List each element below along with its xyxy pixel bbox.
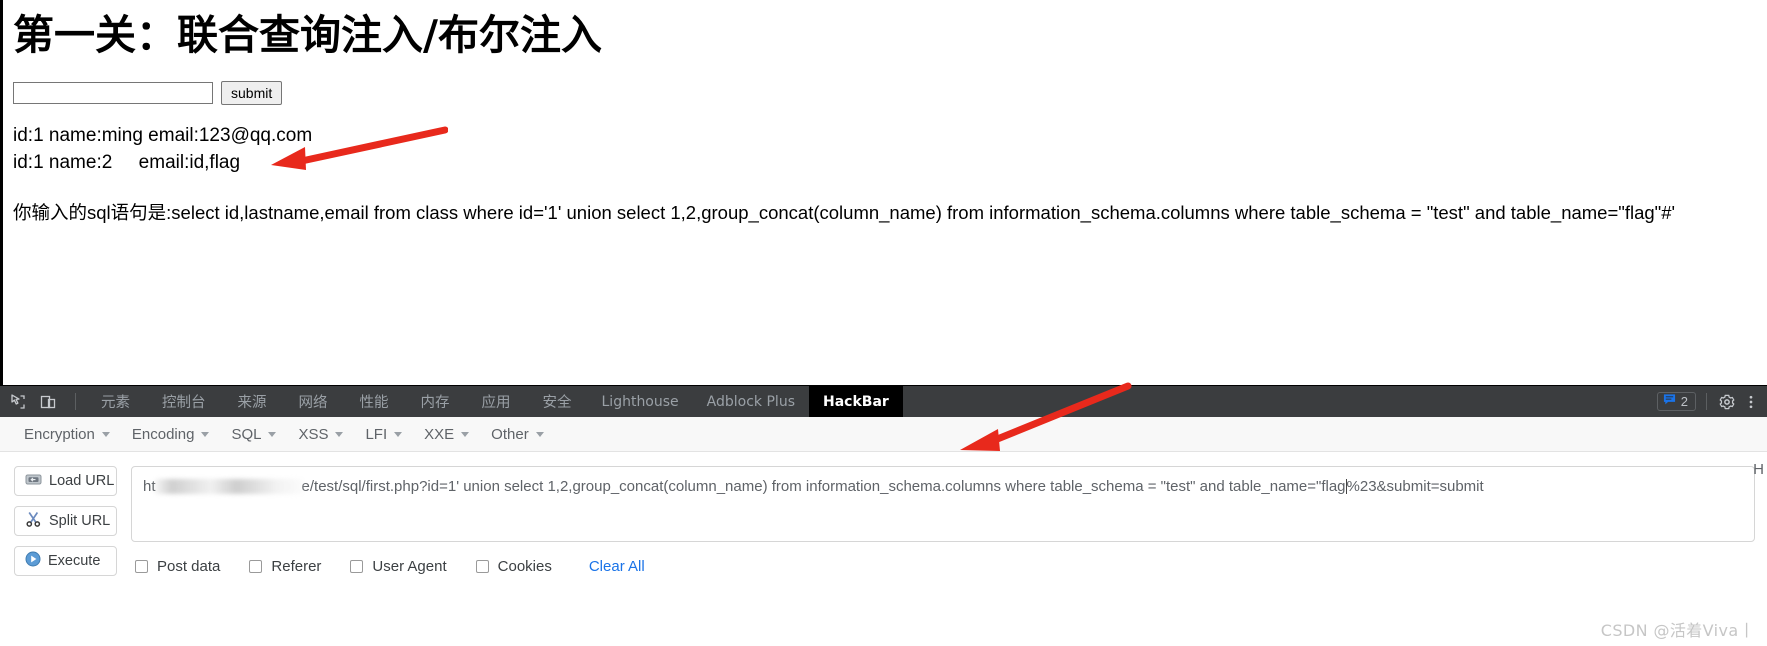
menu-label: Encryption (24, 425, 95, 443)
split-url-icon (25, 511, 42, 531)
menu-lfi[interactable]: LFI (355, 422, 412, 447)
menu-xxe[interactable]: XXE (414, 422, 479, 447)
load-url-label: Load URL (49, 473, 115, 489)
checkbox-box[interactable] (249, 560, 263, 573)
menu-label: Encoding (131, 425, 195, 443)
tab-network[interactable]: 网络 (283, 386, 344, 417)
device-toolbar-icon[interactable] (38, 392, 58, 412)
split-url-button[interactable]: Split URL (14, 506, 117, 536)
menu-encoding[interactable]: Encoding (122, 422, 220, 447)
result-row: id:1 name:2 email:id,flag (13, 152, 241, 174)
injection-form: submit (13, 81, 1767, 106)
execute-button[interactable]: Execute (14, 546, 117, 576)
menu-sql[interactable]: SQL (221, 422, 286, 447)
checkbox-label: Referer (271, 558, 322, 575)
clear-all-link[interactable]: Clear All (589, 558, 645, 575)
toolbar-divider (75, 393, 76, 410)
execute-label: Execute (48, 553, 101, 569)
more-vertical-icon[interactable] (1741, 392, 1761, 412)
result-row: id:1 name:ming email:123@qq.com (13, 125, 313, 147)
message-count: 2 (1680, 394, 1688, 409)
devtools-toolbar: 元素 控制台 来源 网络 性能 内存 应用 安全 Lighthouse Adbl… (0, 385, 1767, 417)
injection-input[interactable] (13, 82, 213, 105)
message-icon (1663, 393, 1676, 411)
tab-elements[interactable]: 元素 (85, 386, 146, 417)
message-count-button[interactable]: 2 (1656, 392, 1696, 411)
menu-label: XXE (424, 425, 455, 443)
browser-page-content: 第一关：联合查询注入/布尔注入 submit id:1 name:ming em… (0, 0, 1767, 385)
chevron-down-icon (101, 431, 110, 437)
csdn-watermark: CSDN @活着Viva⼁ (1600, 621, 1755, 640)
devtools-right-icons: 2 (1656, 386, 1761, 417)
menu-label: XSS (298, 425, 329, 443)
tab-security[interactable]: 安全 (527, 386, 588, 417)
checkbox-label: User Agent (372, 558, 447, 575)
page-title: 第一关：联合查询注入/布尔注入 (13, 11, 602, 59)
redacted-host (153, 479, 304, 494)
devtools-left-icons (0, 392, 85, 412)
tab-performance[interactable]: 性能 (344, 386, 405, 417)
menu-xss[interactable]: XSS (288, 422, 353, 447)
chevron-down-icon (201, 431, 210, 437)
menu-label: SQL (231, 425, 262, 443)
sql-statement-echo: 你输入的sql语句是:select id,lastname,email from… (13, 202, 1676, 224)
hackbar-url-area: ht e/test/sql/first.php?id=1' union selec… (117, 466, 1755, 576)
execute-icon (25, 551, 41, 571)
hackbar-body: Load URL Split URL Execute ht e/test/sql… (0, 452, 1767, 576)
checkbox-box[interactable] (350, 560, 364, 573)
tab-sources[interactable]: 来源 (222, 386, 283, 417)
tab-adblock-plus[interactable]: Adblock Plus (693, 386, 809, 417)
url-tail: %23&submit=submit (1346, 478, 1484, 495)
checkbox-box[interactable] (135, 560, 148, 573)
menu-encryption[interactable]: Encryption (14, 422, 120, 447)
devtools-tab-list: 元素 控制台 来源 网络 性能 内存 应用 安全 Lighthouse Adbl… (85, 386, 903, 417)
hackbar-action-buttons: Load URL Split URL Execute (14, 466, 117, 576)
tab-hackbar[interactable]: HackBar (809, 386, 903, 417)
menu-label: LFI (365, 425, 388, 443)
submit-button[interactable]: submit (221, 81, 283, 106)
hackbar-panel: Encryption Encoding SQL XSS LFI XXE Othe… (0, 417, 1767, 646)
checkbox-box[interactable] (475, 560, 489, 573)
checkbox-label: Cookies (497, 558, 552, 575)
url-suffix: e/test/sql/first.php?id=1' union select … (301, 478, 1346, 495)
tab-memory[interactable]: 内存 (405, 386, 466, 417)
split-url-label: Split URL (49, 513, 111, 529)
devtools-panel: 元素 控制台 来源 网络 性能 内存 应用 安全 Lighthouse Adbl… (0, 382, 1767, 646)
tab-console[interactable]: 控制台 (146, 386, 222, 417)
inspect-element-icon[interactable] (8, 392, 28, 412)
chevron-down-icon (335, 431, 344, 437)
checkbox-post-data[interactable]: Post data (135, 558, 220, 575)
hackbar-menu-bar: Encryption Encoding SQL XSS LFI XXE Othe… (0, 417, 1767, 452)
query-result-block: id:1 name:ming email:123@qq.com id:1 nam… (3, 123, 1767, 177)
toolbar-divider (1706, 393, 1707, 410)
chevron-down-icon (268, 431, 277, 437)
load-url-icon (25, 472, 42, 491)
chevron-down-icon (394, 431, 403, 437)
checkbox-label: Post data (157, 558, 221, 575)
tab-application[interactable]: 应用 (466, 386, 527, 417)
menu-other[interactable]: Other (481, 422, 554, 447)
hackbar-option-row: Post data Referer User Agent Cookies Cle… (131, 558, 1755, 575)
url-textarea[interactable]: ht e/test/sql/first.php?id=1' union selec… (131, 466, 1755, 542)
load-url-button[interactable]: Load URL (14, 466, 117, 496)
checkbox-cookies[interactable]: Cookies (475, 558, 552, 575)
checkbox-referer[interactable]: Referer (249, 558, 321, 575)
gear-icon[interactable] (1717, 392, 1737, 412)
checkbox-user-agent[interactable]: User Agent (350, 558, 447, 575)
panel-edge-letter: H (1753, 461, 1764, 478)
tab-lighthouse[interactable]: Lighthouse (588, 386, 693, 417)
chevron-down-icon (535, 431, 544, 437)
menu-label: Other (491, 425, 529, 443)
chevron-down-icon (461, 431, 470, 437)
